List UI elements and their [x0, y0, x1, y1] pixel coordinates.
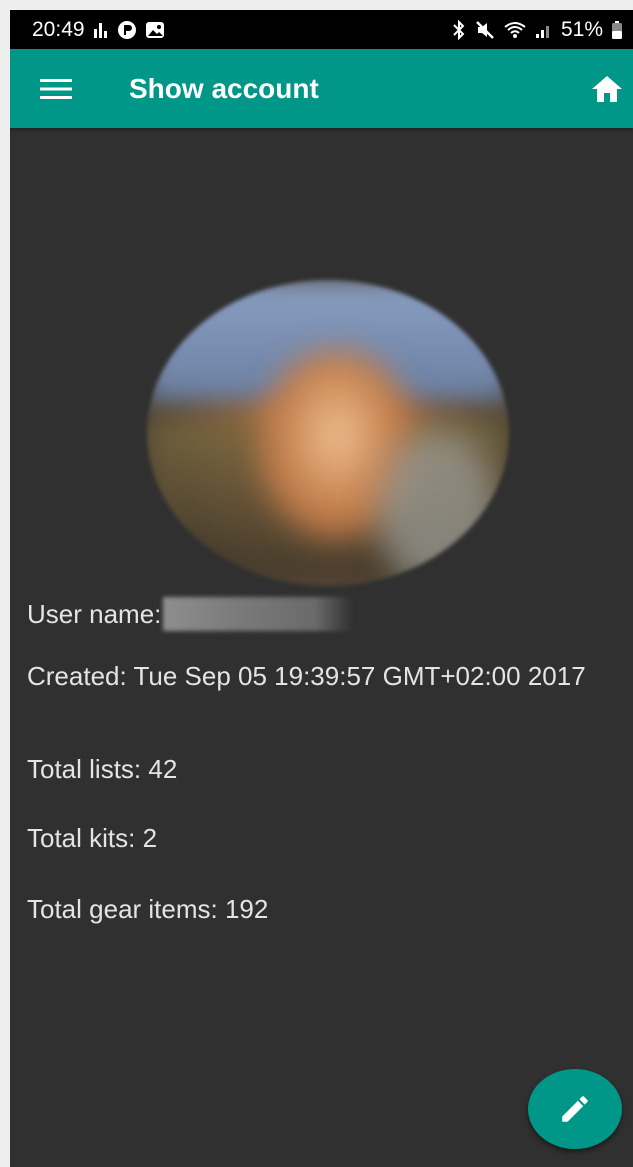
user-name-value — [163, 597, 354, 631]
edit-icon — [562, 1096, 588, 1122]
home-icon — [592, 76, 622, 102]
status-time: 20:49 — [32, 17, 85, 41]
user-name-label: User name: — [27, 599, 162, 629]
battery-percent: 51% — [560, 17, 603, 41]
home-button[interactable] — [587, 69, 627, 109]
mute-icon — [475, 20, 495, 40]
app-bar: Show account — [10, 49, 633, 128]
menu-icon — [40, 79, 72, 99]
status-bar-right: 51% — [451, 10, 623, 49]
user-name-row: User name: — [27, 597, 354, 631]
signal-icon — [535, 21, 553, 39]
phone-screen: 20:49 51% Show account User name: Create… — [10, 10, 633, 1167]
total-lists-text: Total lists: 42 — [27, 754, 178, 784]
bluetooth-icon — [451, 19, 467, 40]
app-notification-icon — [117, 20, 137, 40]
page-title: Show account — [129, 73, 319, 104]
image-icon — [145, 21, 165, 39]
created-text: Created: Tue Sep 05 19:39:57 GMT+02:00 2… — [27, 661, 586, 691]
menu-button[interactable] — [32, 69, 80, 109]
total-kits-text: Total kits: 2 — [27, 823, 158, 853]
battery-icon — [611, 20, 623, 40]
status-bar: 20:49 51% — [10, 10, 633, 49]
activity-icon — [93, 21, 109, 39]
wifi-icon — [503, 20, 527, 40]
edit-button[interactable] — [528, 1069, 622, 1149]
status-bar-left: 20:49 — [32, 10, 165, 49]
total-gear-items-text: Total gear items: 192 — [27, 894, 269, 924]
avatar — [147, 280, 509, 586]
